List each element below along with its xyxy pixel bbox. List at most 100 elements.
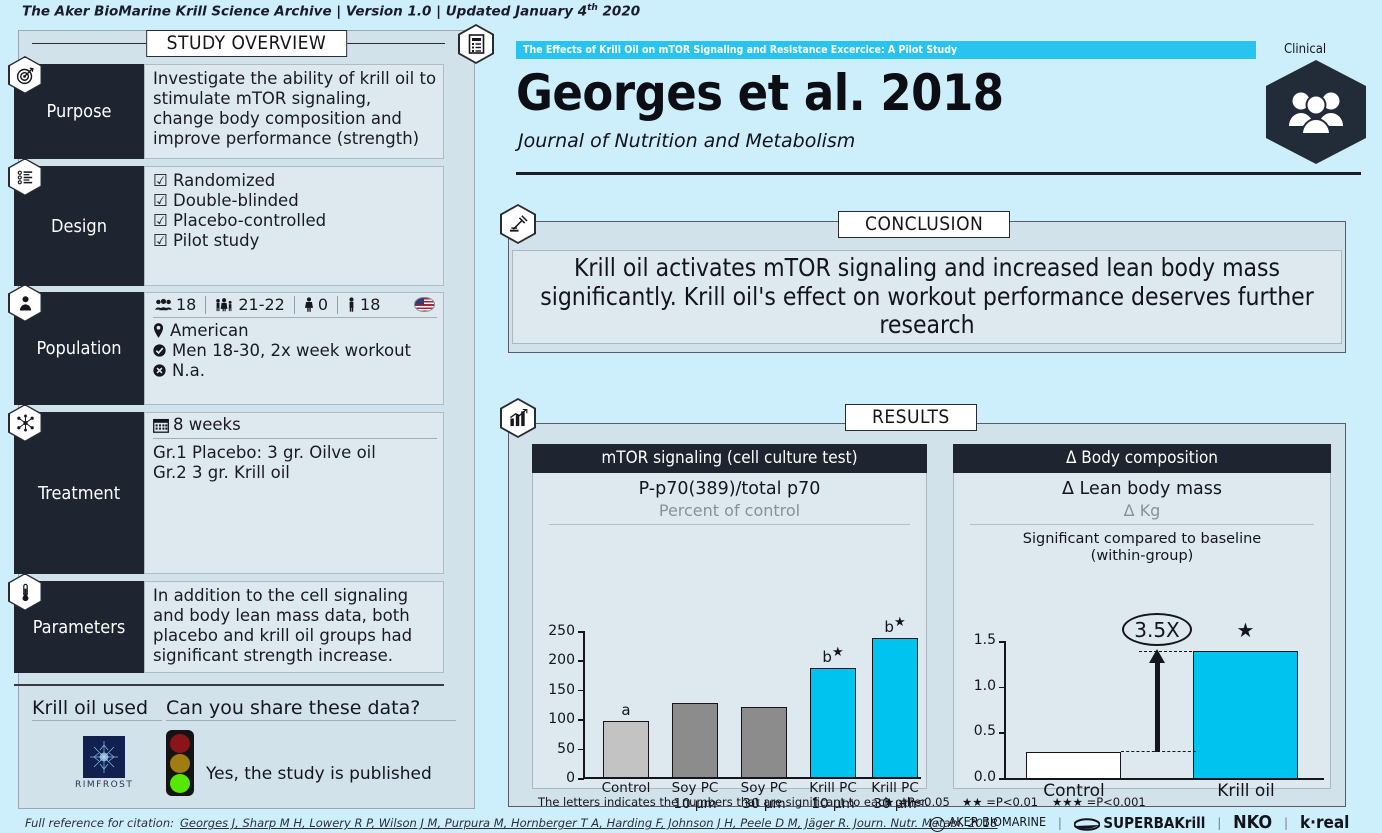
- brand-k-real: k·real: [1299, 812, 1350, 833]
- page-title: STUDY OVERVIEW: [145, 30, 348, 57]
- header-rule: [516, 172, 1361, 175]
- location-pin-icon: [153, 323, 164, 338]
- design-item: ☑ Double-blinded: [153, 191, 299, 211]
- population-line-text: N.a.: [172, 360, 205, 380]
- bar-soypc10: [672, 703, 718, 778]
- chart-body: P-p70(389)/total p70 Percent of control …: [532, 473, 927, 811]
- row-body-parameters: In addition to the cell signaling and bo…: [144, 581, 444, 673]
- age-stat: 21-22: [206, 295, 294, 315]
- results-footnote-star2: ★★ =P<0.01: [962, 795, 1039, 809]
- row-label-text: Parameters: [32, 616, 126, 638]
- traffic-light-green: [170, 773, 190, 793]
- us-flag-icon: [414, 297, 435, 313]
- study-title: Georges et al. 2018: [516, 64, 1004, 122]
- panel-divider: [14, 684, 444, 686]
- footer-citation[interactable]: Georges J, Sharp M H, Lowery R P, Wilson…: [180, 816, 998, 830]
- row-label-design: Design: [8, 158, 144, 286]
- y-tick-150: 150: [548, 681, 575, 698]
- overview-row-purpose: Purpose Investigate the ability of krill…: [8, 56, 444, 159]
- population-stats: 18 21-22 0 18: [153, 295, 437, 318]
- sig-annotation-control: a: [621, 701, 631, 719]
- journal-name: Journal of Nutrition and Metabolism: [518, 130, 856, 152]
- traffic-light-yellow: [170, 753, 190, 773]
- bar-control: [603, 721, 649, 778]
- target-icon: [8, 56, 42, 94]
- row-label-treatment: Treatment: [8, 404, 144, 574]
- people-group-icon: [1266, 60, 1366, 164]
- chart-plot-area: 250 200 150 100 50 0 a b★ b★ Control Soy…: [533, 473, 926, 811]
- y-tick-250: 250: [548, 623, 575, 639]
- brand-divider: |: [1284, 815, 1288, 830]
- row-label-parameters: Parameters: [8, 573, 144, 673]
- clinical-badge-label: Clinical: [1284, 42, 1327, 57]
- study-subtitle-bar: The Effects of Krill Oil on mTOR Signali…: [516, 41, 1256, 59]
- man-icon: [349, 297, 354, 312]
- chart-body: Δ Lean body mass Δ Kg Significant compar…: [953, 473, 1331, 801]
- row-label-text: Population: [36, 338, 122, 359]
- row-body-treatment: 8 weeks Gr.1 Placebo: 3 gr. Oilve oil Gr…: [144, 412, 444, 574]
- y-tick-200: 200: [548, 652, 575, 669]
- krill-oil-brand-logo: RIMFROST: [75, 736, 133, 790]
- design-item: ☑ Placebo-controlled: [153, 211, 327, 231]
- overview-row-population: Population 18 21-22 0 18 American Men 18…: [8, 284, 444, 405]
- traffic-light-red: [170, 733, 190, 753]
- thermometer-glyph: [22, 583, 28, 601]
- overview-row-treatment: Treatment 8 weeks Gr.1 Placebo: 3 gr. Oi…: [8, 404, 444, 574]
- results-footnote-letters: The letters indicates the numbers that a…: [538, 795, 929, 809]
- y-tick-100: 100: [548, 711, 575, 728]
- share-data-answer-row: Yes, the study is published: [166, 730, 432, 796]
- population-line: American: [153, 321, 437, 341]
- bar-control: [1026, 751, 1121, 779]
- population-line-text: American: [170, 320, 249, 340]
- participants-stat: 18: [153, 295, 205, 315]
- group-icon: [155, 299, 172, 311]
- krill-oil-used-heading: Krill oil used: [32, 697, 162, 721]
- design-item-label: Randomized: [173, 171, 276, 190]
- baseline-dash-high: [1139, 650, 1197, 652]
- row-label-text: Purpose: [46, 101, 112, 122]
- chart-panel-title: mTOR signaling (cell culture test): [532, 444, 927, 473]
- treatment-duration-text: 8 weeks: [173, 415, 241, 434]
- y-tick-0-5: 0.5: [973, 723, 996, 740]
- aker-logo-icon: ∧: [930, 816, 945, 832]
- row-label-purpose: Purpose: [8, 56, 144, 159]
- archive-header: The Aker BioMarine Krill Science Archive…: [22, 3, 640, 20]
- checklist-icon: [8, 158, 42, 196]
- superba-logo-icon: [1073, 817, 1101, 831]
- chart-plot-area: 1.5 1.0 0.5 0.0 3.5X ★ Control Krill oil: [954, 473, 1330, 801]
- design-item-label: Double-blinded: [173, 191, 299, 211]
- bar-chart-icon: [500, 398, 536, 438]
- footer-reference: Full reference for citation: Georges J, S…: [25, 816, 998, 830]
- woman-icon: [304, 297, 313, 313]
- brand-strip: ∧ AKER BIOMARINE | SUPERBAKrill | NKO | …: [930, 812, 1349, 833]
- y-tick-50: 50: [557, 740, 575, 757]
- y-axis: [583, 631, 585, 779]
- gavel-icon: [500, 204, 536, 244]
- women-count: 0: [317, 295, 329, 314]
- bar-krill-oil: [1193, 651, 1298, 779]
- treatment-duration: 8 weeks: [153, 415, 437, 440]
- brand-nko: NKO: [1233, 812, 1273, 833]
- brand-divider: |: [1058, 815, 1062, 830]
- fold-change-arrow-shaft: [1155, 660, 1160, 752]
- population-line: N.a.: [153, 361, 437, 381]
- age-range-value: 21-22: [238, 295, 285, 314]
- population-line: Men 18-30, 2x week workout: [153, 341, 437, 361]
- treatment-group: Gr.1 Placebo: 3 gr. Oilve oil: [153, 443, 376, 463]
- molecule-icon: [8, 404, 42, 442]
- check-circle-icon: [153, 344, 166, 357]
- chart-body-composition: Δ Body composition Δ Lean body mass Δ Kg…: [953, 444, 1331, 801]
- y-tick-0-0: 0.0: [973, 769, 996, 785]
- bar-krillpc10: [810, 667, 856, 778]
- row-label-text: Treatment: [37, 482, 121, 504]
- sig-annotation-krill-oil: ★: [1236, 618, 1255, 642]
- chart-panel-title: Δ Body composition: [953, 444, 1331, 473]
- share-data-answer: Yes, the study is published: [206, 764, 432, 784]
- row-label-population: Population: [8, 284, 144, 405]
- men-count: 18: [360, 295, 381, 314]
- row-body-purpose: Investigate the ability of krill oil to …: [144, 64, 444, 159]
- y-tick-1-5: 1.5: [973, 632, 996, 648]
- row-body-design: ☑ Randomized ☑ Double-blinded ☑ Placebo-…: [144, 166, 444, 286]
- conclusion-section-title: CONCLUSION: [838, 211, 1011, 238]
- sig-annotation-krillpc10: b★: [822, 645, 844, 666]
